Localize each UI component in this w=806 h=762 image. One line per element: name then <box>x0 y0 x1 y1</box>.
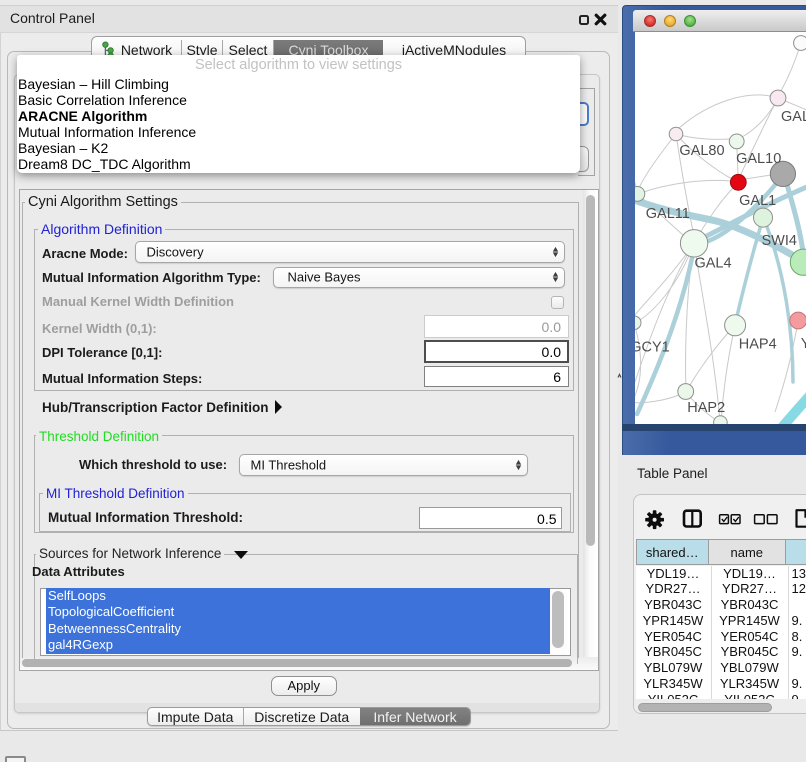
svg-text:SWI4: SWI4 <box>761 233 796 249</box>
svg-text:GCY1: GCY1 <box>635 339 670 355</box>
svg-text:GAL7: GAL7 <box>781 109 806 125</box>
svg-text:GAL11: GAL11 <box>645 206 689 222</box>
svg-text:GAL10: GAL10 <box>736 151 781 167</box>
svg-text:GAL4: GAL4 <box>694 255 731 271</box>
svg-text:Y: Y <box>800 336 806 352</box>
svg-text:HAP2: HAP2 <box>687 400 725 416</box>
svg-text:GAL80: GAL80 <box>679 143 724 159</box>
svg-text:HAP4: HAP4 <box>738 336 776 352</box>
svg-text:GAL1: GAL1 <box>739 193 776 209</box>
